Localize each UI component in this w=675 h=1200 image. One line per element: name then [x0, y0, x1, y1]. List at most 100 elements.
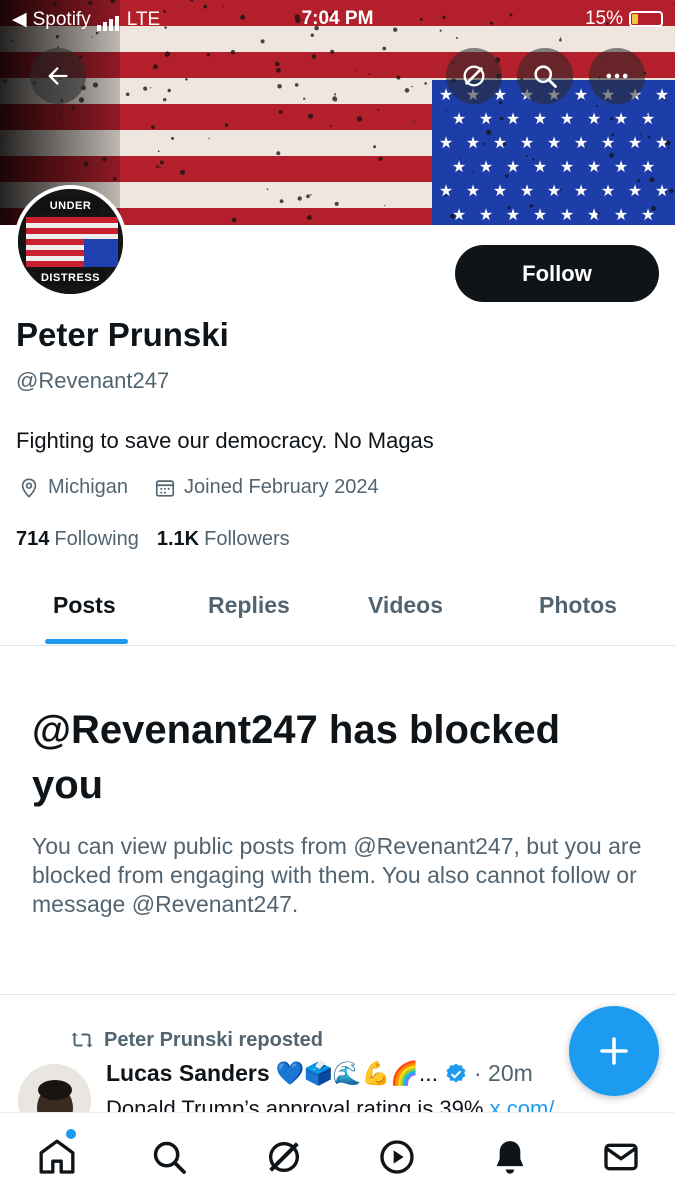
nav-video[interactable]: [375, 1135, 419, 1179]
profile-avatar[interactable]: UNDER DISTRESS: [14, 185, 127, 298]
tab-replies[interactable]: Replies: [208, 592, 290, 619]
post-time: · 20m: [474, 1060, 533, 1086]
search-icon: [534, 65, 557, 88]
tab-videos[interactable]: Videos: [368, 592, 443, 619]
grunge-speck: [303, 97, 306, 101]
grunge-speck: [306, 194, 310, 199]
grunge-speck: [647, 135, 651, 139]
grunge-speck: [4, 168, 8, 172]
grunge-speck: [404, 88, 410, 93]
grunge-speck: [297, 196, 302, 201]
grunge-speck: [529, 204, 534, 208]
grunge-speck: [665, 140, 671, 146]
grunge-speck: [155, 165, 159, 168]
grunge-speck: [667, 147, 670, 150]
grunge-speck: [78, 97, 85, 103]
grunge-speck: [637, 179, 640, 183]
battery-percent: 15%: [584, 8, 623, 29]
grunge-speck: [294, 83, 299, 87]
more-button[interactable]: [589, 48, 645, 104]
grunge-speck: [0, 108, 2, 112]
repost-label: Peter Prunski reposted: [104, 1028, 323, 1051]
follow-counts: 714 Following 1.1K Followers: [16, 528, 290, 551]
battery-icon: [629, 11, 663, 27]
grunge-speck: [649, 177, 655, 183]
grunge-speck: [18, 119, 21, 123]
grunge-speck: [310, 194, 312, 196]
profile-tabs: Posts Replies Videos Photos: [0, 570, 675, 646]
grunge-speck: [486, 129, 492, 136]
grunge-speck: [502, 142, 507, 146]
grok-icon: [269, 1142, 299, 1172]
blocked-body: You can view public posts from @Revenant…: [32, 833, 642, 917]
grunge-speck: [157, 150, 160, 153]
following-link[interactable]: 714 Following: [16, 528, 139, 551]
post-author-name[interactable]: Lucas Sanders: [106, 1060, 270, 1087]
search-button[interactable]: [517, 48, 573, 104]
joined-label: Joined February 2024: [184, 476, 379, 498]
grunge-speck: [171, 136, 174, 140]
grunge-speck: [125, 92, 130, 97]
grunge-speck: [1, 138, 4, 141]
grunge-speck: [164, 51, 171, 57]
grunge-speck: [499, 116, 504, 121]
grunge-speck: [143, 86, 148, 91]
grunge-speck: [459, 158, 461, 160]
following-count: 714: [16, 528, 50, 550]
grunge-speck: [279, 199, 284, 204]
post-author-emojis: 💙🗳️🌊💪🌈...: [275, 1060, 438, 1086]
nav-messages[interactable]: [599, 1135, 643, 1179]
grunge-speck: [532, 158, 535, 161]
grunge-speck: [664, 99, 667, 102]
repost-indicator: Peter Prunski reposted: [70, 1028, 323, 1052]
back-button[interactable]: [30, 48, 86, 104]
grunge-speck: [163, 98, 167, 102]
follow-button[interactable]: Follow: [455, 245, 659, 302]
grok-button[interactable]: [446, 48, 502, 104]
grunge-speck: [330, 125, 332, 128]
grunge-speck: [610, 117, 614, 121]
grunge-speck: [278, 109, 283, 115]
grunge-speck: [306, 215, 312, 221]
status-bar: ◀ Spotify LTE 7:04 PM 15%: [0, 0, 675, 38]
avatar-text-top: UNDER: [49, 200, 92, 212]
followers-link[interactable]: 1.1K Followers: [157, 528, 290, 551]
grunge-speck: [611, 133, 615, 137]
grok-icon: [463, 65, 485, 87]
grunge-speck: [647, 115, 649, 117]
grunge-speck: [61, 110, 64, 113]
blocked-title: @Revenant247 has blocked you: [32, 708, 561, 807]
grunge-speck: [595, 104, 598, 107]
grunge-speck: [585, 146, 588, 148]
grunge-speck: [396, 75, 401, 80]
grunge-speck: [368, 73, 371, 76]
tab-photos[interactable]: Photos: [539, 592, 617, 619]
grunge-speck: [413, 120, 416, 123]
grunge-speck: [83, 161, 89, 167]
divider: [0, 994, 675, 995]
following-label: Following: [54, 528, 139, 550]
grunge-speck: [11, 39, 14, 43]
grunge-speck: [224, 123, 229, 127]
nav-grok[interactable]: [262, 1135, 306, 1179]
grunge-speck: [102, 157, 107, 162]
compose-button[interactable]: [569, 1006, 659, 1096]
status-time: 7:04 PM: [301, 8, 374, 29]
grunge-speck: [112, 177, 117, 182]
grunge-speck: [276, 67, 281, 73]
nav-search[interactable]: [147, 1135, 191, 1179]
play-icon: [380, 1140, 414, 1174]
grunge-speck: [597, 211, 600, 215]
tab-posts[interactable]: Posts: [53, 592, 116, 619]
grunge-speck: [260, 39, 265, 44]
grunge-speck: [639, 133, 642, 135]
grunge-speck: [382, 46, 387, 51]
grunge-speck: [384, 205, 386, 207]
grunge-speck: [411, 85, 413, 88]
grunge-speck: [167, 88, 171, 93]
nav-home[interactable]: [35, 1135, 79, 1179]
grunge-speck: [60, 115, 63, 118]
nav-notifications[interactable]: [488, 1135, 532, 1179]
verified-badge-icon: [446, 1063, 466, 1082]
profile-handle: @Revenant247: [16, 368, 170, 393]
